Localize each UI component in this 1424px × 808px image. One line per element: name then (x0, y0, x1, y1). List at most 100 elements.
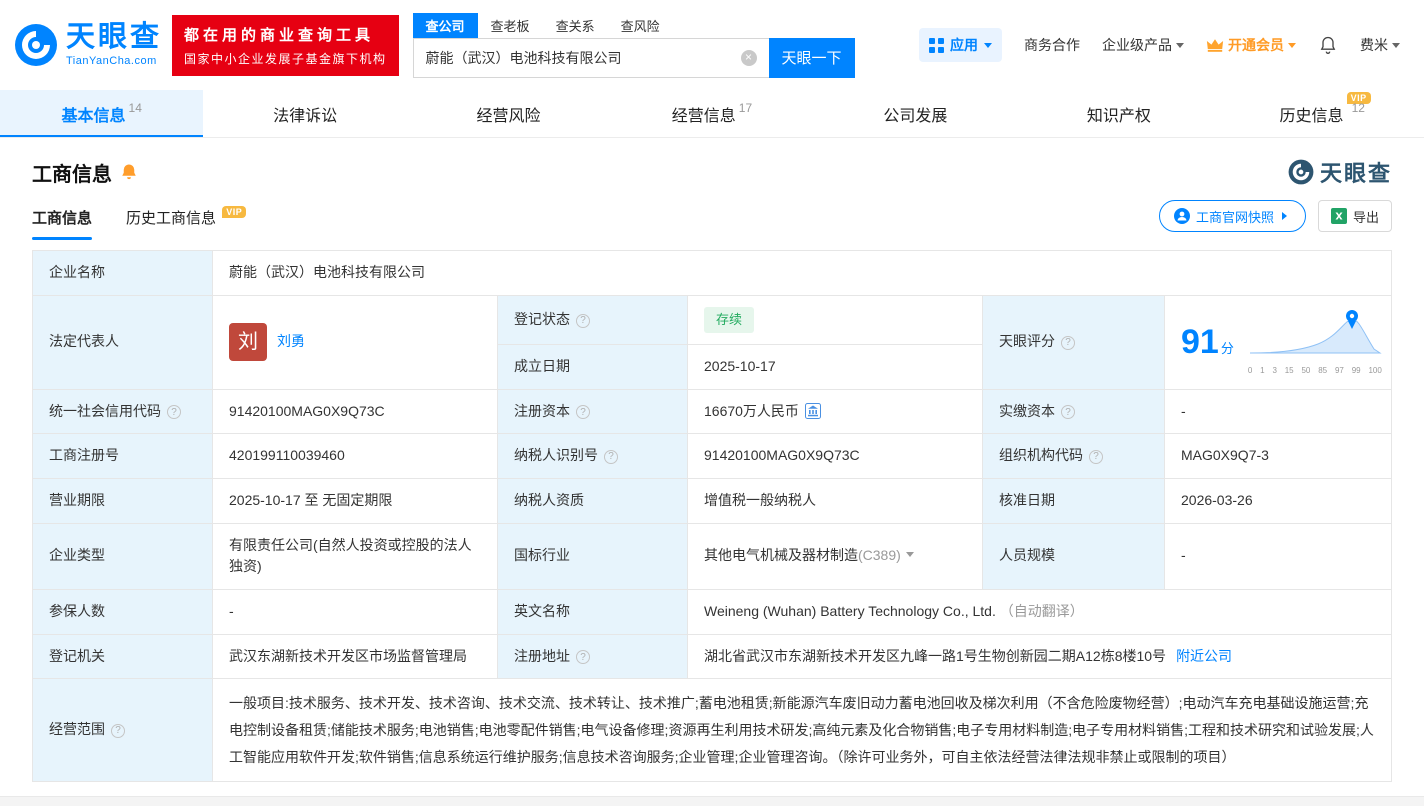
help-icon[interactable] (167, 405, 181, 419)
username-label: 费米 (1360, 35, 1388, 55)
help-icon[interactable] (604, 450, 618, 464)
snapshot-label: 工商官网快照 (1196, 207, 1274, 226)
crown-icon (1206, 38, 1224, 53)
enterprise-products-menu[interactable]: 企业级产品 (1102, 35, 1184, 55)
apps-menu-button[interactable]: 应用 (919, 28, 1002, 62)
search-area: 查公司 查老板 查关系 查风险 天眼一下 (413, 13, 855, 78)
legal-rep-avatar[interactable]: 刘 (229, 323, 267, 361)
tab-label: 法律诉讼 (273, 102, 337, 126)
legal-rep-link[interactable]: 刘勇 (277, 331, 305, 353)
vip-upgrade-menu[interactable]: 开通会员 (1206, 35, 1296, 55)
snapshot-person-icon (1174, 208, 1190, 224)
chevron-down-icon (1392, 43, 1400, 52)
label-insured-count: 参保人数 (33, 589, 213, 634)
value-company-type: 有限责任公司(自然人投资或控股的法人独资) (213, 523, 498, 589)
value-industry: 其他电气机械及器材制造(C389) (688, 523, 983, 589)
table-row: 营业期限 2025-10-17 至 无固定期限 纳税人资质 增值税一般纳税人 核… (33, 478, 1392, 523)
label-reg-status: 登记状态 (498, 295, 688, 344)
table-row: 登记机关 武汉东湖新技术开发区市场监督管理局 注册地址 湖北省武汉市东湖新技术开… (33, 634, 1392, 679)
label-english-name: 英文名称 (498, 589, 688, 634)
clear-icon[interactable] (741, 50, 757, 66)
label-reg-number: 工商注册号 (33, 434, 213, 479)
tab-operating-info[interactable]: 经营信息 17 (610, 90, 813, 137)
value-taxpayer-id: 91420100MAG0X9Q73C (688, 434, 983, 479)
value-taxpayer-quality: 增值税一般纳税人 (688, 478, 983, 523)
label-approved-date: 核准日期 (983, 478, 1165, 523)
chevron-down-icon[interactable] (906, 552, 914, 561)
search-button[interactable]: 天眼一下 (769, 38, 855, 78)
tab-intellectual-property[interactable]: 知识产权 (1017, 90, 1220, 137)
business-cooperation-link[interactable]: 商务合作 (1024, 35, 1080, 55)
tab-count: 14 (129, 101, 142, 115)
value-establish-date: 2025-10-17 (688, 344, 983, 389)
tab-label: 基本信息 (62, 102, 126, 126)
label-org-code: 组织机构代码 (983, 434, 1165, 479)
tab-label: 知识产权 (1087, 102, 1151, 126)
tab-count: 17 (739, 101, 752, 115)
label-company-type: 企业类型 (33, 523, 213, 589)
search-tab-risk[interactable]: 查风险 (608, 13, 673, 38)
subtab-label: 历史工商信息 (126, 210, 216, 227)
help-icon[interactable] (576, 314, 590, 328)
tab-company-development[interactable]: 公司发展 (814, 90, 1017, 137)
value-paid-capital: - (1165, 389, 1392, 434)
value-english-name: Weineng (Wuhan) Battery Technology Co., … (688, 589, 1392, 634)
table-row: 统一社会信用代码 91420100MAG0X9Q73C 注册资本 16670万人… (33, 389, 1392, 434)
status-badge: 存续 (704, 307, 754, 333)
chevron-down-icon (1288, 43, 1296, 52)
value-legal-rep: 刘 刘勇 (213, 295, 498, 389)
search-tab-company[interactable]: 查公司 (413, 13, 478, 38)
export-button[interactable]: 导出 (1318, 200, 1392, 232)
value-business-scope: 一般项目:技术服务、技术开发、技术咨询、技术交流、技术转让、技术推广;蓄电池租赁… (213, 679, 1392, 782)
help-icon[interactable] (1089, 450, 1103, 464)
tab-count: 12 (1352, 101, 1365, 115)
help-icon[interactable] (1061, 405, 1075, 419)
notification-bell-icon[interactable] (1318, 35, 1338, 55)
value-org-code: MAG0X9Q7-3 (1165, 434, 1392, 479)
search-tab-relation[interactable]: 查关系 (543, 13, 608, 38)
top-header: 天眼查 TianYanCha.com 都在用的商业查询工具 国家中小企业发展子基… (0, 0, 1424, 90)
score-number: 91分 (1181, 325, 1234, 359)
tianyancha-logo[interactable]: 天眼查 TianYanCha.com (14, 23, 162, 67)
subtab-history-business-info[interactable]: 历史工商信息 VIP (126, 207, 246, 240)
tab-history-info[interactable]: 历史信息 VIP 12 (1221, 90, 1424, 137)
tianyancha-logo-icon (14, 23, 58, 67)
vip-badge: VIP (222, 206, 246, 218)
industry-code: (C389) (858, 547, 901, 563)
help-icon[interactable] (576, 405, 590, 419)
header-nav: 应用 商务合作 企业级产品 开通会员 费米 (919, 28, 1400, 62)
section-title: 工商信息 (32, 158, 112, 187)
subtab-business-info[interactable]: 工商信息 (32, 207, 92, 240)
enterprise-products-label: 企业级产品 (1102, 35, 1172, 55)
tab-operating-risk[interactable]: 经营风险 (407, 90, 610, 137)
grid-icon (929, 38, 944, 53)
search-input[interactable] (413, 38, 769, 78)
brand-name: 天眼查 (66, 23, 162, 52)
business-info-table: 企业名称 蔚能（武汉）电池科技有限公司 法定代表人 刘 刘勇 登记状态 存续 天… (32, 250, 1392, 782)
label-tianyan-score: 天眼评分 (983, 295, 1165, 389)
value-tianyan-score: 91分 01 315 5085 9799 (1165, 295, 1392, 389)
slogan-line1: 都在用的商业查询工具 (184, 24, 387, 45)
nearby-companies-link[interactable]: 附近公司 (1176, 648, 1232, 664)
label-taxpayer-quality: 纳税人资质 (498, 478, 688, 523)
subscribe-bell-icon[interactable] (120, 163, 138, 181)
help-icon[interactable] (576, 650, 590, 664)
label-credit-code: 统一社会信用代码 (33, 389, 213, 434)
table-row: 工商注册号 420199110039460 纳税人识别号 91420100MAG… (33, 434, 1392, 479)
watermark-text: 天眼查 (1320, 156, 1392, 188)
help-icon[interactable] (111, 724, 125, 738)
user-menu[interactable]: 费米 (1360, 35, 1400, 55)
tab-label: 经营风险 (477, 102, 541, 126)
chevron-down-icon (1176, 43, 1184, 52)
tab-basic-info[interactable]: 基本信息 14 (0, 90, 203, 137)
section-header: 工商信息 天眼查 (0, 138, 1424, 192)
help-icon[interactable] (1061, 336, 1075, 350)
tab-legal-proceedings[interactable]: 法律诉讼 (203, 90, 406, 137)
label-reg-authority: 登记机关 (33, 634, 213, 679)
official-snapshot-button[interactable]: 工商官网快照 (1159, 200, 1306, 232)
auto-translate-note: （自动翻译） (1000, 603, 1084, 619)
capital-detail-icon[interactable] (805, 403, 821, 419)
search-tab-boss[interactable]: 查老板 (478, 13, 543, 38)
label-industry: 国标行业 (498, 523, 688, 589)
brand-domain: TianYanCha.com (66, 55, 162, 67)
